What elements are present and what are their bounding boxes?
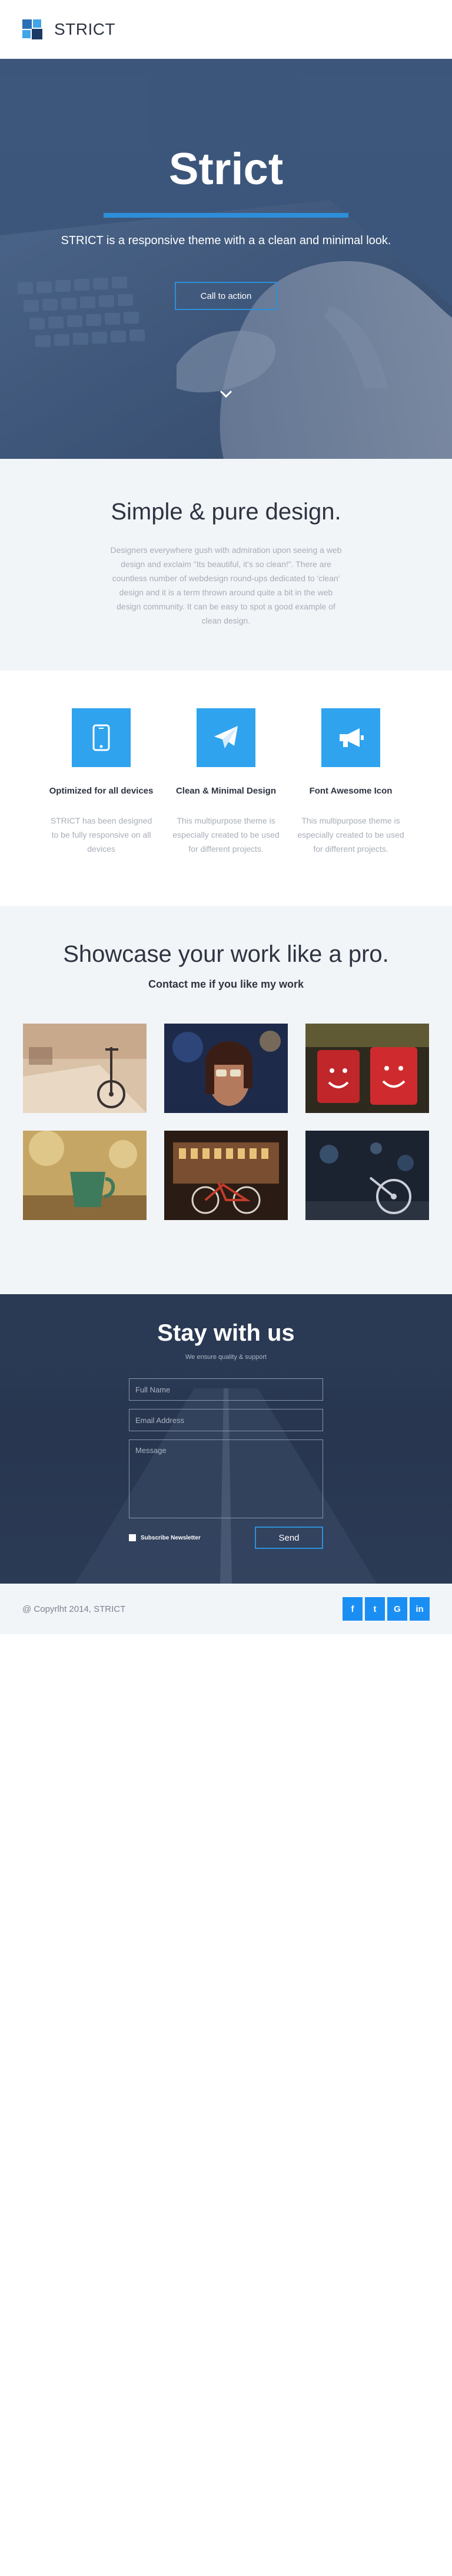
checkbox-box[interactable]: [129, 1534, 136, 1541]
portfolio-woman-glasses-image[interactable]: [164, 1024, 288, 1113]
linkedin-icon[interactable]: in: [410, 1597, 430, 1621]
design-body: Designers everywhere gush with admiratio…: [110, 545, 342, 625]
twitter-icon[interactable]: t: [365, 1597, 385, 1621]
hero-divider: [104, 213, 348, 218]
portfolio-gallery: [23, 1024, 429, 1220]
feature-body: STRICT has been designed to be fully res…: [50, 816, 152, 854]
full-name-input[interactable]: [129, 1378, 323, 1401]
send-button[interactable]: Send: [255, 1527, 323, 1549]
contact-title: Stay with us: [157, 1320, 295, 1346]
subscribe-label: Subscribe Newsletter: [141, 1534, 201, 1541]
call-to-action-button[interactable]: Call to action: [175, 282, 277, 310]
message-textarea[interactable]: [129, 1439, 323, 1518]
empty-page-area: [0, 1634, 452, 2576]
hero-section: Strict STRICT is a responsive theme with…: [0, 59, 452, 459]
feature-title: Clean & Minimal Design: [175, 786, 277, 796]
brand-name[interactable]: STRICT: [54, 20, 115, 39]
mobile-icon: [72, 708, 131, 767]
contact-section: Stay with us We ensure quality & support…: [0, 1294, 452, 1584]
strict-logo-icon[interactable]: [22, 19, 42, 39]
paper-plane-icon: [197, 708, 255, 767]
facebook-icon[interactable]: f: [343, 1597, 363, 1621]
showcase-subtitle: Contact me if you like my work: [148, 978, 304, 990]
email-input[interactable]: [129, 1409, 323, 1431]
site-header: STRICT: [0, 0, 452, 59]
bullhorn-icon: [321, 708, 380, 767]
feature-title: Font Awesome Icon: [309, 786, 393, 796]
showcase-title: Showcase your work like a pro.: [63, 941, 389, 967]
site-footer: @ Copyrlht 2014, STRICT f t G in: [0, 1584, 452, 1634]
portfolio-bicycle-shop-image[interactable]: [164, 1131, 288, 1220]
feature-item: Clean & Minimal Design This multipurpose…: [164, 708, 288, 906]
portfolio-bicycle-night-image[interactable]: [305, 1131, 429, 1220]
subscribe-newsletter-checkbox[interactable]: Subscribe Newsletter: [129, 1534, 201, 1541]
hero-title: Strict: [168, 144, 284, 194]
feature-title: Optimized for all devices: [49, 786, 154, 796]
social-links: f t G in: [343, 1597, 430, 1621]
hero-subtitle: STRICT is a responsive theme with a a cl…: [61, 234, 391, 247]
portfolio-green-cup-image[interactable]: [23, 1131, 147, 1220]
portfolio-bicycle-street-image[interactable]: [23, 1024, 147, 1113]
feature-body: This multipurpose theme is especially cr…: [297, 816, 404, 854]
feature-body: This multipurpose theme is especially cr…: [172, 816, 280, 854]
contact-form: Subscribe Newsletter Send: [129, 1378, 323, 1549]
chevron-down-icon[interactable]: [215, 384, 237, 405]
portfolio-red-mugs-image[interactable]: [305, 1024, 429, 1113]
google-icon[interactable]: G: [387, 1597, 407, 1621]
design-title: Simple & pure design.: [111, 499, 341, 525]
feature-item: Optimized for all devices STRICT has bee…: [39, 708, 164, 906]
feature-item: Font Awesome Icon This multipurpose them…: [288, 708, 413, 906]
showcase-section: Showcase your work like a pro. Contact m…: [0, 906, 452, 1294]
design-section: Simple & pure design. Designers everywhe…: [0, 459, 452, 671]
contact-tagline: We ensure quality & support: [185, 1354, 267, 1361]
features-section: Optimized for all devices STRICT has bee…: [0, 671, 452, 906]
copyright-text: @ Copyrlht 2014, STRICT: [22, 1604, 126, 1614]
